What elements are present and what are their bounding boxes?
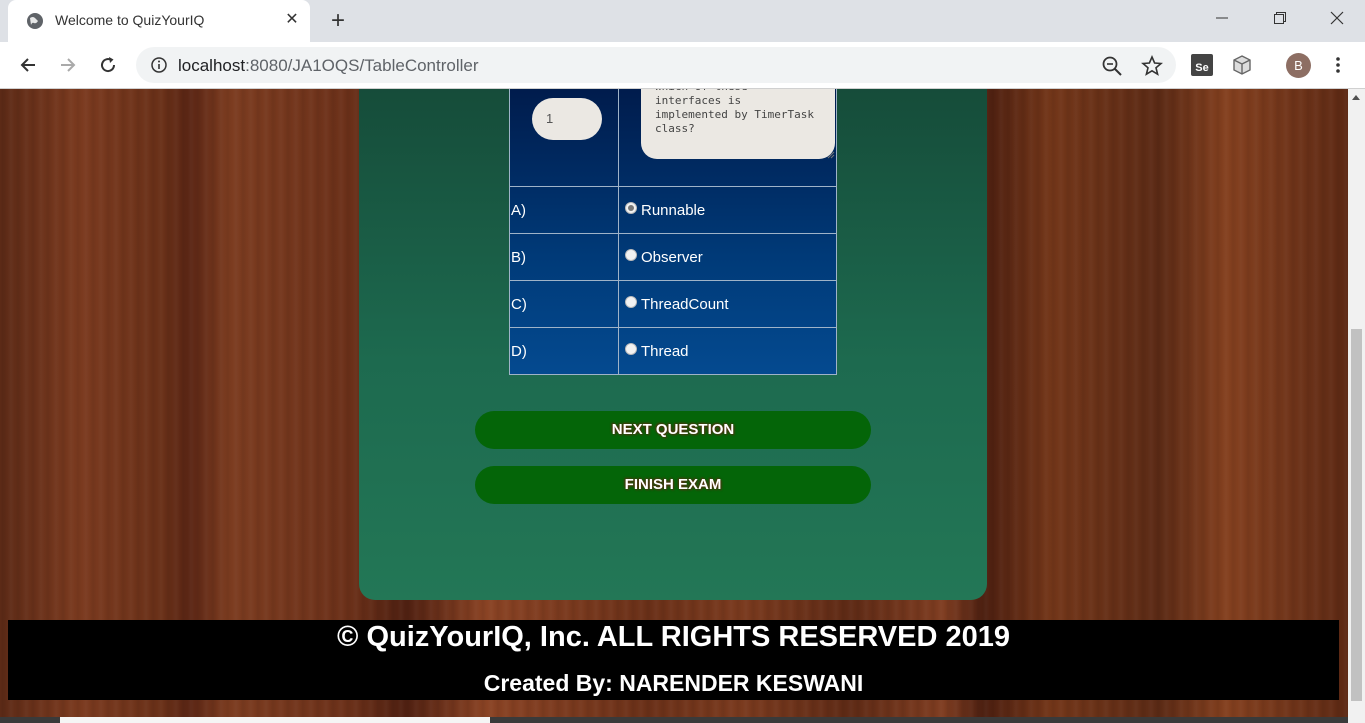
next-question-button[interactable]: NEXT QUESTION xyxy=(475,411,871,449)
info-icon[interactable] xyxy=(150,56,168,74)
arrow-right-icon xyxy=(61,58,76,72)
radio-button[interactable] xyxy=(625,249,637,261)
vertical-scrollbar[interactable] xyxy=(1348,89,1365,723)
option-label: D) xyxy=(509,327,619,375)
browser-tab[interactable]: Welcome to QuizYourIQ ✕ xyxy=(8,0,310,42)
option-d[interactable]: Thread xyxy=(619,328,836,374)
address-bar[interactable]: localhost:8080/JA1OQS/TableController xyxy=(136,47,1176,83)
more-vert-icon xyxy=(1336,57,1340,73)
option-cell: Runnable xyxy=(618,186,837,234)
option-cell: Thread xyxy=(618,327,837,375)
radio-button-selected[interactable] xyxy=(625,202,637,214)
close-icon xyxy=(1330,11,1344,25)
radio-button[interactable] xyxy=(625,296,637,308)
created-by-text: Created By: NARENDER KESWANI xyxy=(483,670,864,696)
reload-button[interactable] xyxy=(93,50,123,80)
radio-button[interactable] xyxy=(625,343,637,355)
tab-strip: Welcome to QuizYourIQ ✕ + xyxy=(0,0,1365,42)
copyright-text: © QuizYourIQ, Inc. ALL RIGHTS RESERVED 2… xyxy=(337,621,1010,653)
new-tab-button[interactable]: + xyxy=(324,8,352,36)
option-row: A) Runnable xyxy=(509,186,837,234)
page-footer: © QuizYourIQ, Inc. ALL RIGHTS RESERVED 2… xyxy=(8,620,1339,700)
scroll-up-icon[interactable] xyxy=(1352,95,1360,100)
arrow-left-icon xyxy=(20,58,35,72)
menu-button[interactable] xyxy=(1325,52,1351,78)
cube-icon xyxy=(1233,55,1251,75)
restore-button[interactable] xyxy=(1251,0,1309,36)
forward-button[interactable] xyxy=(53,50,83,80)
tab-title: Welcome to QuizYourIQ xyxy=(55,12,205,28)
selenium-extension-button[interactable]: Se xyxy=(1189,52,1215,78)
option-cell: Observer xyxy=(618,233,837,281)
finish-exam-button[interactable]: FINISH EXAM xyxy=(475,466,871,504)
browser-toolbar: localhost:8080/JA1OQS/TableController Se… xyxy=(0,42,1365,89)
option-label: A) xyxy=(509,186,619,234)
resize-handle-icon[interactable] xyxy=(827,151,835,159)
horizontal-scrollbar[interactable] xyxy=(0,717,1348,723)
url-host: localhost xyxy=(178,56,246,75)
option-c[interactable]: ThreadCount xyxy=(619,281,836,327)
option-label: B) xyxy=(509,233,619,281)
option-row: B) Observer xyxy=(509,233,837,281)
option-cell: ThreadCount xyxy=(618,280,837,328)
restore-icon xyxy=(1274,12,1286,24)
zoom-out-icon[interactable] xyxy=(1101,55,1123,77)
question-row: 1 Which of these interfaces is implement… xyxy=(509,89,837,187)
url-text[interactable]: localhost:8080/JA1OQS/TableController xyxy=(178,56,479,76)
url-path: :8080/JA1OQS/TableController xyxy=(245,56,479,75)
reload-icon xyxy=(101,57,116,73)
page-viewport: 1 Which of these interfaces is implement… xyxy=(0,89,1348,723)
profile-avatar[interactable]: B xyxy=(1286,53,1311,78)
selenium-icon: Se xyxy=(1191,54,1213,76)
option-row: D) Thread xyxy=(509,327,837,375)
close-window-button[interactable] xyxy=(1308,0,1365,36)
question-text-cell: Which of these interfaces is implemented… xyxy=(618,89,837,187)
option-text: Observer xyxy=(641,248,703,266)
option-text: ThreadCount xyxy=(641,295,729,313)
close-tab-icon[interactable]: ✕ xyxy=(282,10,302,30)
option-text: Thread xyxy=(641,342,689,360)
globe-icon xyxy=(27,13,43,29)
minimize-button[interactable] xyxy=(1193,0,1251,36)
question-number-cell: 1 xyxy=(509,89,619,187)
star-icon[interactable] xyxy=(1141,55,1163,77)
option-a[interactable]: Runnable xyxy=(619,187,836,233)
back-button[interactable] xyxy=(13,50,43,80)
scrollbar-thumb[interactable] xyxy=(1351,329,1362,701)
horizontal-scrollbar-thumb[interactable] xyxy=(60,717,490,723)
option-text: Runnable xyxy=(641,201,706,219)
question-text-area[interactable]: Which of these interfaces is implemented… xyxy=(641,89,835,159)
cube-extension-button[interactable] xyxy=(1229,52,1255,78)
question-table: 1 Which of these interfaces is implement… xyxy=(509,89,837,375)
option-b[interactable]: Observer xyxy=(619,234,836,280)
question-number-field[interactable]: 1 xyxy=(532,98,602,140)
option-label: C) xyxy=(509,280,619,328)
minimize-icon xyxy=(1216,17,1228,19)
option-row: C) ThreadCount xyxy=(509,280,837,328)
